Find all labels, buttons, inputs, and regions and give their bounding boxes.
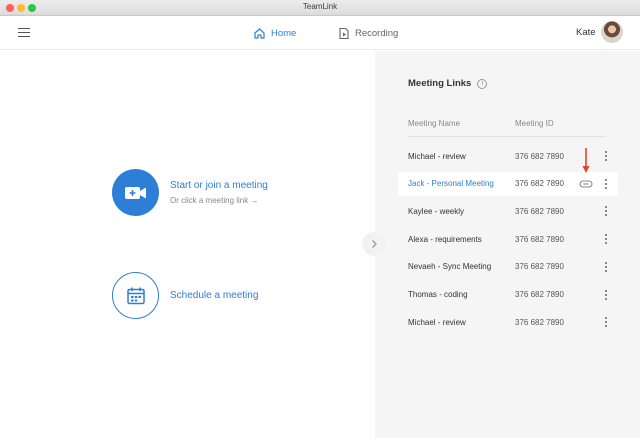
window-title: TeamLink: [302, 2, 338, 11]
column-header-meeting-name: Meeting Name: [408, 119, 461, 128]
meeting-row[interactable]: Alexa - requirements 376 682 7890: [398, 227, 618, 251]
tab-home[interactable]: Home: [253, 24, 296, 42]
start-join-meeting-button[interactable]: Start or join a meeting Or click a meeti…: [112, 169, 268, 216]
more-options-icon[interactable]: [602, 204, 610, 218]
meeting-links-panel: Meeting Links i Meeting Name Meeting ID …: [375, 51, 640, 438]
tab-recording[interactable]: Recording: [338, 24, 398, 42]
user-name: Kate: [576, 27, 596, 38]
more-options-icon[interactable]: [602, 177, 610, 191]
tab-home-label: Home: [271, 27, 297, 39]
schedule-meeting-button[interactable]: Schedule a meeting: [112, 272, 258, 319]
more-options-icon[interactable]: [602, 288, 610, 302]
meeting-name: Thomas - coding: [408, 290, 468, 299]
meeting-name: Alexa - requirements: [408, 234, 482, 244]
meeting-name: Kaylee - weekly: [408, 206, 465, 216]
start-join-meeting-title: Start or join a meeting: [170, 180, 268, 191]
header-divider: [408, 136, 606, 137]
tab-recording-label: Recording: [355, 27, 399, 39]
chevron-right-icon: [372, 240, 377, 248]
meeting-row[interactable]: Kaylee - weekly 376 682 7890: [398, 199, 618, 223]
schedule-meeting-title: Schedule a meeting: [170, 290, 259, 301]
meeting-name: Michael - review: [408, 317, 466, 327]
meeting-name: Michael - review: [408, 151, 466, 161]
meeting-row[interactable]: Jack - Personal Meeting 376 682 7890: [398, 171, 618, 196]
meeting-name[interactable]: Jack - Personal Meeting: [408, 179, 494, 188]
copy-link-icon[interactable]: [579, 178, 593, 190]
more-options-icon[interactable]: [602, 315, 610, 329]
meeting-id: 376 682 7890: [515, 206, 564, 216]
app-header: Home Recording Kate: [0, 16, 640, 50]
calendar-icon: [112, 272, 159, 319]
meeting-id: 376 682 7890: [515, 262, 564, 272]
meeting-name: Nevaeh - Sync Meeting: [408, 262, 492, 272]
window-titlebar: TeamLink: [0, 0, 640, 16]
meeting-row[interactable]: Nevaeh - Sync Meeting 376 682 7890: [398, 255, 618, 279]
more-options-icon[interactable]: [602, 232, 610, 246]
meeting-id: 376 682 7890: [515, 151, 564, 161]
more-options-icon[interactable]: [602, 260, 610, 274]
meeting-id: 376 682 7890: [515, 290, 564, 299]
meeting-row[interactable]: Michael - review 376 682 7890: [398, 310, 618, 334]
meeting-links-title: Meeting Links i: [408, 78, 488, 89]
info-icon[interactable]: i: [477, 78, 488, 89]
meeting-row[interactable]: Thomas - coding 376 682 7890: [398, 283, 618, 307]
meeting-id: 376 682 7890: [515, 234, 564, 244]
click-meeting-link-hint: Or click a meeting link →: [170, 196, 259, 205]
avatar[interactable]: [601, 21, 623, 43]
column-header-meeting-id: Meeting ID: [515, 119, 554, 128]
arrow-down-icon: [582, 148, 590, 173]
meeting-links-title-text: Meeting Links: [408, 78, 472, 89]
video-icon: [112, 169, 159, 216]
menu-icon[interactable]: [18, 28, 30, 38]
home-icon: [254, 27, 265, 39]
meeting-id: 376 682 7890: [515, 179, 564, 189]
recording-icon: [339, 27, 349, 39]
collapse-panel-button[interactable]: [362, 232, 386, 256]
meeting-id: 376 682 7890: [515, 317, 564, 327]
home-actions-panel: Start or join a meeting Or click a meeti…: [0, 51, 375, 438]
more-options-icon[interactable]: [602, 149, 610, 163]
